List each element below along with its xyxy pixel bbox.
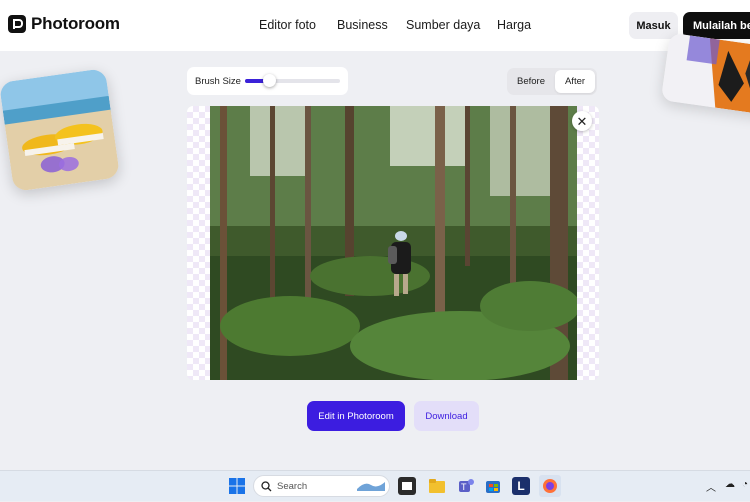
wifi-icon[interactable]: ◔ (742, 479, 748, 490)
search-icon (261, 480, 272, 491)
top-navbar: Photoroom Editor foto Business Sumber da… (0, 0, 750, 51)
brush-size-label: Brush Size (195, 75, 241, 87)
edit-in-photoroom-button[interactable]: Edit in Photoroom (307, 401, 405, 431)
close-icon[interactable]: ✕ (572, 111, 592, 131)
portrait-showcase-image (660, 32, 750, 116)
before-after-toggle: Before After (507, 68, 597, 95)
tray-chevron-icon[interactable]: ︿ (706, 479, 716, 494)
forest-photo (210, 106, 577, 380)
brush-size-slider[interactable] (245, 74, 340, 87)
windows-start-icon[interactable] (228, 477, 246, 495)
brush-size-control: Brush Size (187, 67, 348, 95)
logo-text: Photoroom (31, 14, 120, 33)
brush-size-handle[interactable] (262, 74, 276, 87)
search-highlight-icon (357, 482, 385, 491)
teams-icon[interactable]: T (457, 477, 475, 495)
windows-taskbar: Search T L ︿ ☁ ◔ (0, 470, 750, 501)
image-canvas[interactable] (187, 106, 599, 380)
taskbar-search-box[interactable]: Search (253, 475, 390, 497)
sneakers-showcase-image (0, 68, 121, 192)
file-explorer-icon[interactable] (428, 477, 446, 495)
after-tab[interactable]: After (555, 70, 595, 93)
firefox-icon[interactable] (539, 475, 561, 497)
nav-business[interactable]: Business (337, 18, 388, 32)
login-button[interactable]: Masuk (629, 12, 678, 39)
cloud-icon[interactable]: ☁ (725, 479, 735, 490)
photoroom-logo[interactable]: Photoroom (8, 14, 120, 34)
download-button[interactable]: Download (414, 401, 479, 431)
nav-editor-foto[interactable]: Editor foto (259, 18, 316, 32)
search-placeholder: Search (277, 480, 308, 492)
nav-sumber-daya[interactable]: Sumber daya (406, 18, 480, 32)
before-tab[interactable]: Before (510, 70, 552, 93)
store-icon[interactable] (484, 477, 502, 495)
app-l-icon[interactable]: L (512, 477, 530, 495)
nav-harga[interactable]: Harga (497, 18, 531, 32)
svg-text:T: T (461, 482, 467, 492)
task-view-icon[interactable] (398, 477, 416, 495)
photoroom-logo-icon (8, 15, 26, 33)
